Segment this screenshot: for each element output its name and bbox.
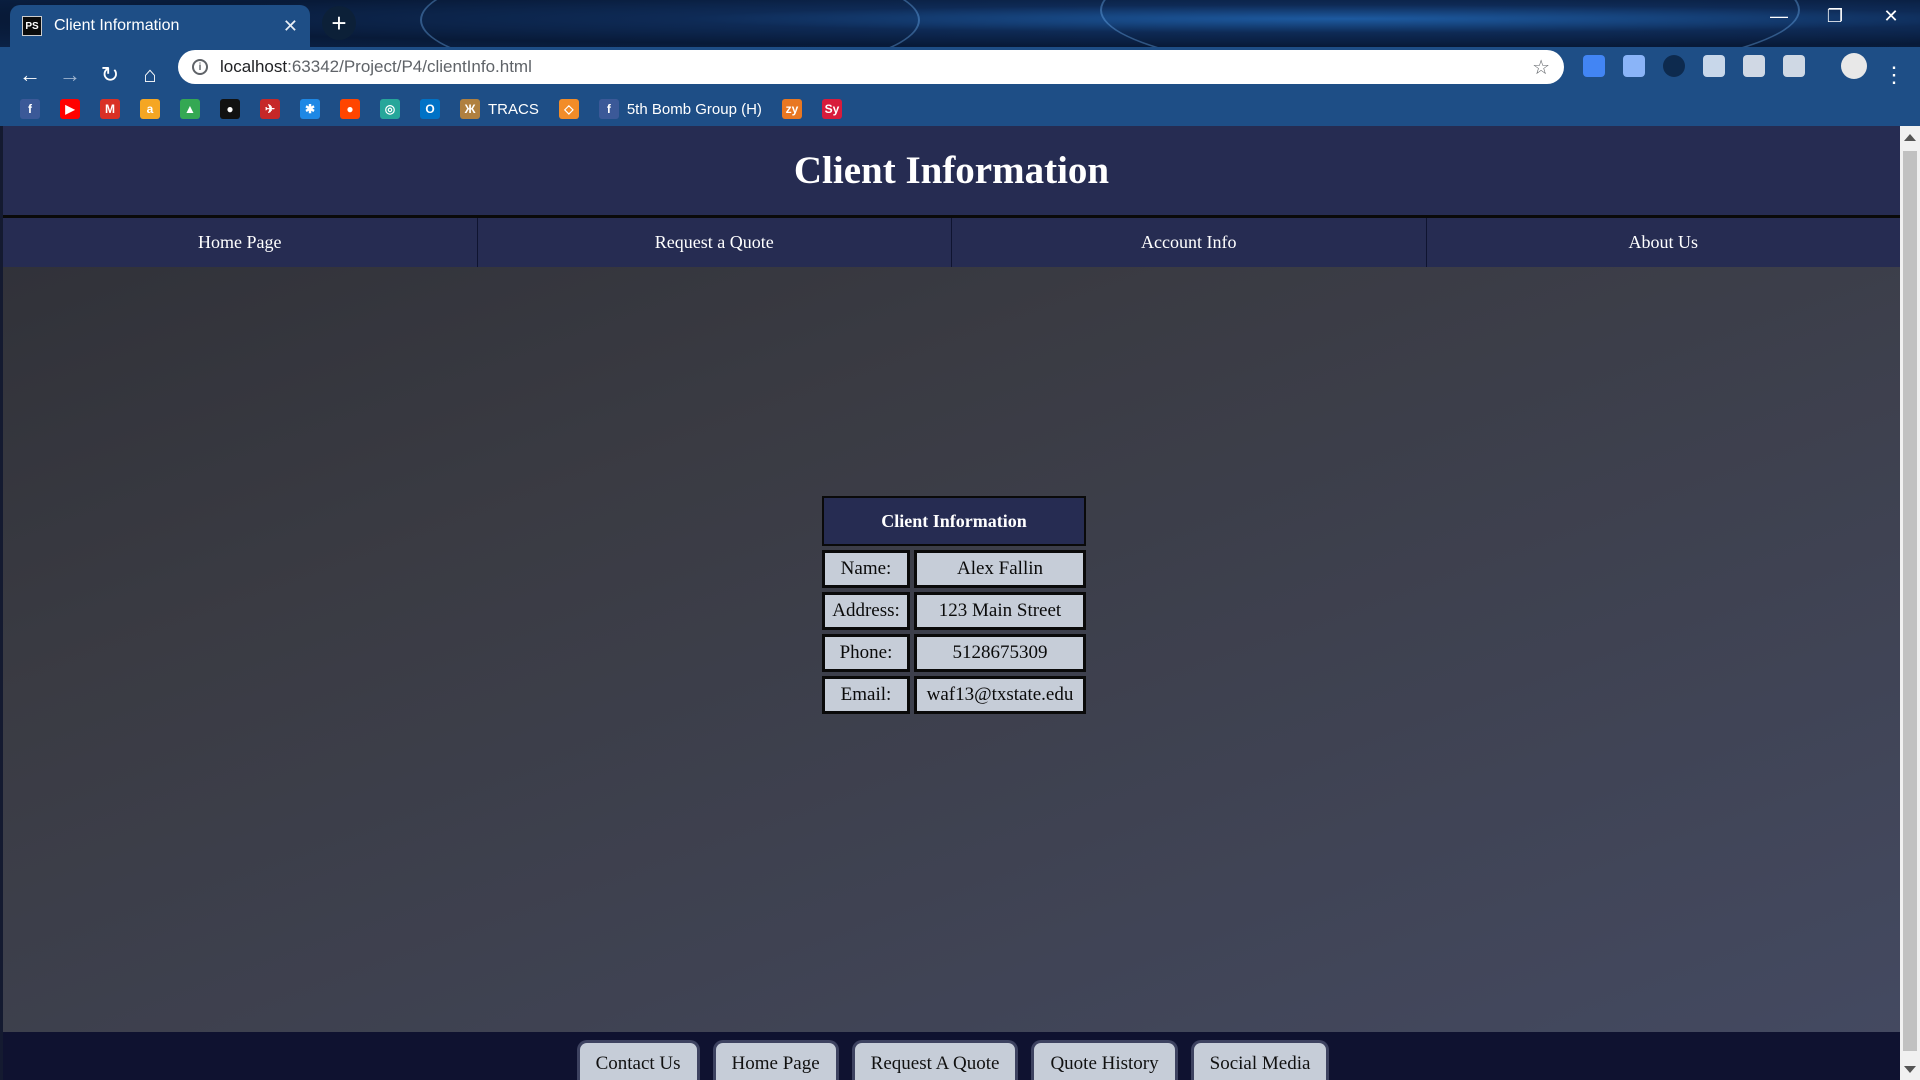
drive-icon: ▲ — [180, 99, 200, 119]
bookmark-item[interactable]: a — [140, 99, 160, 119]
row-value-phone: 5128675309 — [914, 634, 1086, 672]
youtube-icon: ▶ — [60, 99, 80, 119]
phpstorm-icon: PS — [22, 16, 42, 36]
bookmark-star-icon[interactable]: ☆ — [1532, 55, 1550, 80]
profile-avatar[interactable] — [1841, 53, 1867, 79]
bookmark-item[interactable]: Ж TRACS — [460, 99, 539, 119]
window-close-icon[interactable]: ✕ — [1868, 6, 1914, 27]
footer-nav: Contact Us Home Page Request A Quote Quo… — [3, 1032, 1903, 1080]
close-icon[interactable]: ✕ — [283, 16, 298, 37]
edit-extension-icon[interactable] — [1783, 55, 1805, 77]
footer-request-quote-button[interactable]: Request A Quote — [851, 1040, 1019, 1080]
main-nav: Home Page Request a Quote Account Info A… — [3, 218, 1900, 267]
back-icon[interactable]: ← — [12, 57, 48, 93]
bookmark-label: TRACS — [488, 100, 539, 118]
browser-tab[interactable]: PS Client Information ✕ — [10, 5, 310, 47]
bookmark-item[interactable]: f 5th Bomb Group (H) — [598, 99, 762, 119]
row-label-name: Name: — [822, 550, 910, 588]
footer-contact-us-button[interactable]: Contact Us — [576, 1040, 700, 1080]
bookmark-item[interactable]: ● — [220, 99, 240, 119]
footer-social-media-button[interactable]: Social Media — [1190, 1040, 1330, 1080]
table-row: Name: Alex Fallin — [822, 550, 1086, 588]
download-extension-icon[interactable] — [1623, 55, 1645, 77]
sy-icon: Sy — [821, 99, 842, 119]
forward-icon[interactable]: → — [52, 57, 88, 93]
page-header: Client Information — [3, 126, 1900, 218]
info-icon[interactable]: i — [192, 59, 208, 75]
gmail-icon: M — [100, 99, 120, 119]
bookmark-item[interactable]: ● — [340, 99, 360, 119]
bookmark-item[interactable]: f — [20, 99, 40, 119]
row-label-address: Address: — [822, 592, 910, 630]
star-site-icon: ✱ — [300, 99, 320, 119]
tracs-icon: Ж — [460, 99, 480, 119]
home-icon[interactable]: ⌂ — [132, 57, 168, 93]
bookmark-item[interactable]: M — [100, 99, 120, 119]
diamond-icon: ◇ — [558, 99, 579, 119]
table-row: Phone: 5128675309 — [822, 634, 1086, 672]
page-title: Client Information — [793, 149, 1110, 192]
new-tab-button[interactable]: + — [322, 6, 356, 40]
translate-extension-icon[interactable] — [1583, 55, 1605, 77]
extension-icon[interactable] — [1663, 55, 1685, 77]
tab-title: Client Information — [54, 17, 180, 34]
url-host: localhost — [220, 57, 288, 76]
nav-about-us[interactable]: About Us — [1427, 218, 1901, 267]
facebook-icon: f — [20, 99, 40, 119]
reddit-icon: ● — [340, 99, 360, 119]
page-body: Client Information Home Page Request a Q… — [0, 126, 1903, 1080]
address-bar[interactable]: i localhost :63342/Project/P4/clientInfo… — [178, 50, 1564, 84]
table-row: Email: waf13@txstate.edu — [822, 676, 1086, 714]
bookmark-item[interactable]: ✱ — [300, 99, 320, 119]
nav-request-quote[interactable]: Request a Quote — [478, 218, 952, 267]
table-header: Client Information — [822, 496, 1086, 546]
bookmark-item[interactable]: ◎ — [380, 99, 400, 119]
globe-icon: ◎ — [380, 99, 400, 119]
bookmark-item[interactable]: O — [420, 99, 440, 119]
footer-quote-history-button[interactable]: Quote History — [1031, 1040, 1178, 1080]
reload-icon[interactable]: ↻ — [92, 57, 128, 93]
chat-extension-icon[interactable] — [1703, 55, 1725, 77]
outlook-icon: O — [420, 99, 440, 119]
zybooks-icon: zy — [781, 99, 802, 119]
client-info-table: Client Information Name: Alex Fallin Add… — [822, 496, 1086, 718]
browser-toolbar: ← → ↻ ⌂ i localhost :63342/Project/P4/cl… — [0, 47, 1920, 129]
minimize-icon[interactable]: — — [1756, 6, 1802, 27]
nav-account-info[interactable]: Account Info — [952, 218, 1427, 267]
row-label-phone: Phone: — [822, 634, 910, 672]
site-icon: ✈ — [260, 99, 280, 119]
bookmarks-bar: f ▶ Ma ▲ ● ✈ ✱ ● ◎ O Ж TRACS ◇ f 5th Bomb Group (H) zy S… — [0, 91, 1920, 127]
scroll-down-icon[interactable] — [1904, 1066, 1916, 1073]
bookmark-item[interactable]: ◇ — [558, 99, 579, 119]
bookmark-item[interactable]: ▲ — [180, 99, 200, 119]
nav-home-page[interactable]: Home Page — [3, 218, 478, 267]
row-value-email: waf13@txstate.edu — [914, 676, 1086, 714]
row-value-address: 123 Main Street — [914, 592, 1086, 630]
table-row: Address: 123 Main Street — [822, 592, 1086, 630]
browser-tab-strip: PS Client Information ✕ + — ❐ ✕ — [0, 0, 1920, 47]
bookmark-item[interactable]: ✈ — [260, 99, 280, 119]
background-swirl — [420, 0, 920, 47]
drive-extension-icon[interactable] — [1743, 55, 1765, 77]
scroll-thumb[interactable] — [1903, 151, 1917, 1051]
url-path: :63342/Project/P4/clientInfo.html — [287, 57, 532, 76]
scroll-up-icon[interactable] — [1904, 134, 1916, 141]
menu-kebab-icon[interactable]: ⋮ — [1876, 57, 1912, 93]
background-swirl — [1100, 0, 1800, 47]
row-label-email: Email: — [822, 676, 910, 714]
amazon-icon: a — [140, 99, 160, 119]
bookmark-item[interactable]: zy — [781, 99, 802, 119]
row-value-name: Alex Fallin — [914, 550, 1086, 588]
facebook-icon: f — [598, 99, 619, 119]
bookmark-label: 5th Bomb Group (H) — [626, 100, 762, 118]
github-icon: ● — [220, 99, 240, 119]
restore-icon[interactable]: ❐ — [1812, 6, 1858, 27]
vertical-scrollbar[interactable] — [1900, 126, 1920, 1080]
bookmark-item[interactable]: ▶ — [60, 99, 80, 119]
bookmark-item[interactable]: Sy — [821, 99, 842, 119]
footer-home-page-button[interactable]: Home Page — [712, 1040, 839, 1080]
